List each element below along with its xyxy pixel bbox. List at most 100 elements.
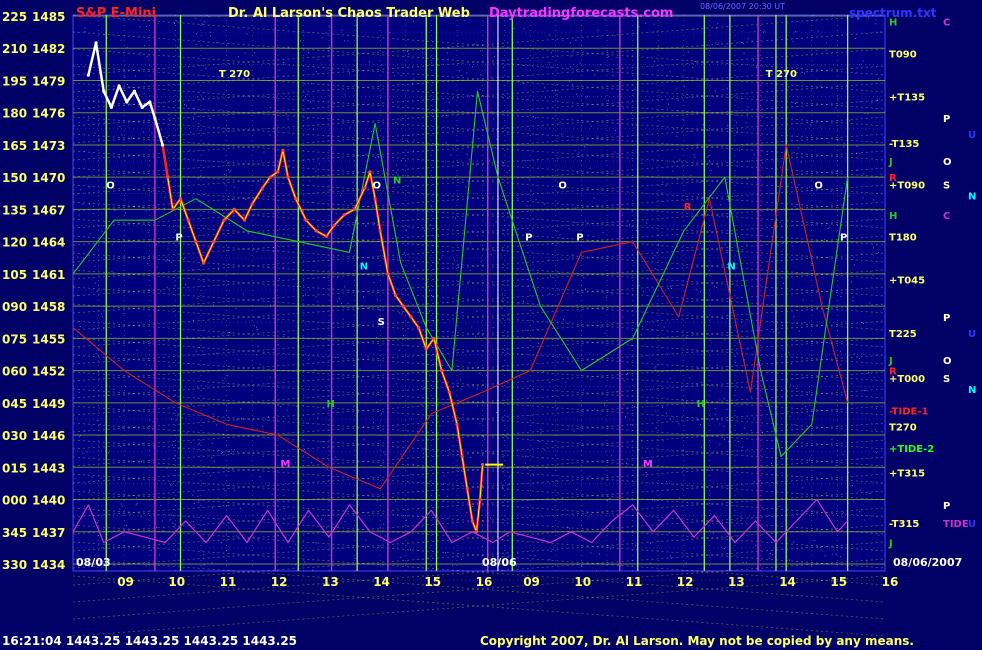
plot-annotation: S [378,317,385,328]
price-point [332,223,336,228]
price-point [212,240,216,244]
x-hour-label: 11 [220,575,237,589]
right-label: -TIDE-1 [889,406,929,417]
y-angle-label: 060 [2,365,27,379]
y-angle-label: 015 [2,461,27,475]
copyright: Copyright 2007, Dr. Al Larson. May not b… [480,634,914,648]
y-price-label: 1452 [32,365,65,379]
price-point [342,213,346,217]
last-quote: 16:21:04 1443.25 1443.25 1443.25 1443.25 [2,634,298,648]
price-point [281,148,285,152]
chaos-trader-chart: T 270 T 270 O O O O P P P P N N S M M R N H H 225 1485 210 14… [0,0,982,650]
timestamp: 08/06/2007 20:30 UT [700,2,785,11]
plot-annotation: M [643,459,653,470]
price-point [373,197,377,201]
plot-annotation: H [326,399,334,410]
y-angle-label: 090 [2,300,27,314]
price-point [304,218,308,222]
right-label: N [968,385,976,396]
y-angle-label: 000 [2,494,27,508]
price-point [125,100,129,104]
price-point [286,175,290,179]
plot-annotation: P [576,232,583,243]
right-label: +TIDE-2 [889,444,934,455]
plot-annotation: H [697,399,705,410]
y-angle-label: 345 [2,526,27,540]
spectrum-file-label: spectrum.txt [849,6,937,20]
plot-annotation: P [525,232,532,243]
site-link[interactable]: Daytradingforecasts.com [489,6,673,21]
right-label: C [943,211,950,222]
price-point [455,422,459,426]
right-label: U [968,329,976,340]
right-label: +T135 [889,93,925,104]
right-label: O [943,356,952,367]
plot-annotation: O [558,181,567,192]
price-point [222,218,226,222]
price-point [109,105,113,109]
y-price-label: 1467 [32,203,65,217]
y-price-label: 1479 [32,74,65,88]
right-label: T090 [889,50,917,61]
chart-title: S&P E-Mini [76,6,156,21]
x-hour-label: 11 [626,575,643,589]
y-price-label: 1458 [32,300,65,314]
y-angle-label: 195 [2,74,27,88]
y-angle-label: 075 [2,332,27,346]
y-angle-label: 045 [2,397,27,411]
right-label: S [943,181,950,192]
y-angle-label: 030 [2,429,27,443]
y-angle-label: 120 [2,236,27,250]
y-price-label: 1476 [32,107,65,121]
price-point [386,272,390,276]
price-point [393,293,398,297]
plot-annotation: P [840,232,847,243]
x-hour-label: 12 [271,575,288,589]
x-hour-label: 13 [322,575,339,589]
price-point [440,368,444,373]
price-point [401,304,405,308]
plot-annotation: N [360,261,368,272]
right-label: -T135 [889,139,919,150]
right-label: S [943,374,950,385]
price-point [447,390,451,394]
x-hour-label: 09 [523,575,540,589]
price-point [378,229,382,233]
y-angle-label: 180 [2,107,27,121]
x-hour-label: 10 [574,575,591,589]
price-point [242,218,247,222]
price-point [232,207,236,212]
x-corner-date: 08/06/2007 [893,556,962,569]
x-session-date: 08/03 [76,556,111,569]
right-label: T225 [889,329,917,340]
right-label: TIDE [943,519,969,530]
price-point [424,347,428,351]
price-point [474,530,479,534]
price-point [102,89,106,93]
price-point [432,336,436,340]
y-price-label: 1443 [32,461,65,475]
y-angle-label: 225 [2,10,27,24]
y-angle-label: 210 [2,42,27,56]
x-hour-label: 10 [168,575,185,589]
y-price-label: 1482 [32,42,65,56]
y-angle-label: 135 [2,203,27,217]
price-point [117,84,121,88]
right-label: J [888,356,893,367]
y-price-label: 1446 [32,429,65,443]
right-label: C [943,17,950,28]
right-label: T270 [889,422,917,433]
y-angle-label: 330 [2,558,27,572]
price-point [153,116,157,120]
price-point [166,175,170,179]
price-point [465,487,469,491]
y-price-label: 1449 [32,397,65,411]
price-point [260,186,265,190]
price-point [186,218,190,222]
y-angle-label: 150 [2,171,27,185]
plot-annotation: O [373,181,382,192]
price-point [417,326,421,330]
price-point [171,207,175,212]
right-label: J [888,539,893,550]
plot-annotation: T 270 [766,69,797,80]
